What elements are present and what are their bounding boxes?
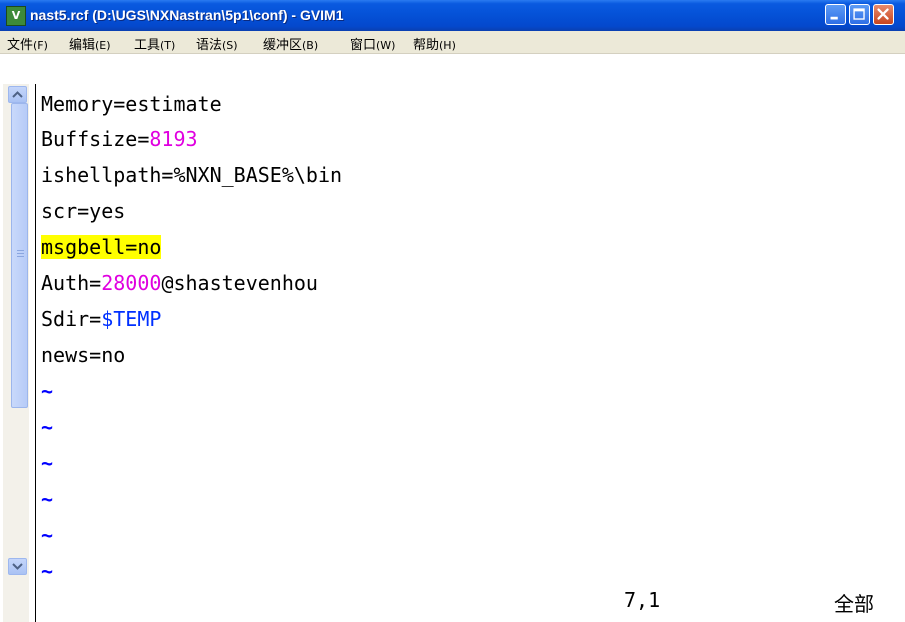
menu-buffers[interactable]: 缓冲区(B) — [263, 34, 318, 53]
empty-line-tilde: ~ — [41, 451, 54, 475]
maximize-button[interactable] — [849, 4, 870, 25]
title-bar[interactable]: V nast5.rcf (D:\UGS\NXNastran\5p1\conf) … — [0, 0, 905, 31]
text-line[interactable]: Buffsize=8193 — [41, 126, 198, 152]
text-line[interactable]: Memory=estimate — [41, 91, 222, 117]
close-button[interactable] — [873, 4, 894, 25]
thumb-grip-line — [17, 256, 24, 257]
scroll-down-button[interactable] — [8, 558, 27, 575]
empty-line-tilde: ~ — [41, 415, 54, 439]
scroll-percent: 全部 — [834, 592, 874, 616]
menu-edit[interactable]: 编辑(E) — [69, 34, 111, 53]
gvim-window: V nast5.rcf (D:\UGS\NXNastran\5p1\conf) … — [0, 0, 905, 622]
chevron-down-icon — [12, 563, 23, 570]
chevron-up-icon — [12, 91, 23, 98]
text-line[interactable]: scr=yes — [41, 198, 125, 224]
text-line[interactable]: news=no — [41, 342, 125, 368]
menu-tools[interactable]: 工具(T) — [134, 34, 175, 53]
thumb-grip-line — [17, 253, 24, 254]
thumb-grip-line — [17, 250, 24, 251]
close-icon — [877, 8, 889, 20]
empty-line-tilde: ~ — [41, 559, 54, 583]
scroll-thumb[interactable] — [11, 103, 28, 408]
text-line[interactable]: Sdir=$TEMP — [41, 306, 161, 332]
minimize-button[interactable] — [825, 4, 846, 25]
empty-line-tilde: ~ — [41, 379, 54, 403]
window-title: nast5.rcf (D:\UGS\NXNastran\5p1\conf) - … — [30, 7, 344, 23]
menu-bar: 文件(F) 编辑(E) 工具(T) 语法(S) 缓冲区(B) 窗口(W) 帮助(… — [0, 31, 905, 54]
menu-file[interactable]: 文件(F) — [7, 34, 48, 53]
text-line[interactable]: Auth=28000@shastevenhou — [41, 270, 318, 296]
editor-text-area[interactable]: Memory=estimate Buffsize=8193 ishellpath… — [36, 84, 905, 622]
menu-window[interactable]: 窗口(W) — [350, 34, 395, 53]
minimize-icon — [830, 16, 838, 20]
empty-line-tilde: ~ — [41, 487, 54, 511]
text-line-highlighted[interactable]: msgbell=no — [41, 234, 162, 260]
text-line[interactable]: ishellpath=%NXN_BASE%\bin — [41, 162, 342, 188]
maximize-icon — [853, 8, 865, 20]
scroll-up-button[interactable] — [8, 86, 27, 103]
cursor-position: 7,1 — [624, 588, 661, 612]
menu-help[interactable]: 帮助(H) — [413, 34, 456, 53]
menu-syntax[interactable]: 语法(S) — [196, 34, 238, 53]
empty-line-tilde: ~ — [41, 523, 54, 547]
vim-app-icon[interactable]: V — [6, 6, 26, 26]
